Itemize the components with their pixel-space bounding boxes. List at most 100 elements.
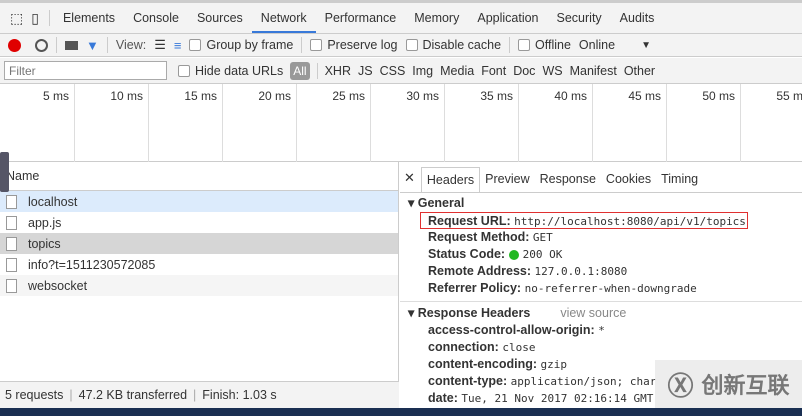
tab-memory[interactable]: Memory [405, 3, 468, 33]
response-headers-title: Response Headers [417, 306, 531, 320]
divider [509, 37, 511, 53]
tab-audits[interactable]: Audits [611, 3, 664, 33]
header-value: gzip [540, 358, 568, 371]
timeline-tick-label: 20 ms [258, 89, 291, 103]
filter-type-xhr[interactable]: XHR [325, 64, 351, 78]
request-row[interactable]: app.js [0, 212, 398, 233]
header-value: 127.0.0.1:8080 [534, 265, 628, 278]
request-row[interactable]: localhost [0, 191, 398, 212]
filter-type-media[interactable]: Media [440, 64, 474, 78]
header-value: http://localhost:8080/api/v1/topics [514, 215, 746, 228]
os-taskbar [0, 408, 802, 416]
detail-tab-cookies[interactable]: Cookies [601, 167, 656, 192]
header-value: Tue, 21 Nov 2017 02:16:14 GMT [461, 392, 654, 405]
request-row[interactable]: info?t=1511230572085 [0, 254, 398, 275]
timeline-gridline [222, 84, 223, 162]
detail-tab-preview[interactable]: Preview [480, 167, 534, 192]
offline-label: Offline [535, 38, 571, 52]
divider [301, 37, 303, 53]
header-line: Status Code: 200 OK [400, 246, 802, 263]
tab-sources[interactable]: Sources [188, 3, 252, 33]
clear-icon[interactable] [35, 38, 48, 52]
divider [48, 10, 50, 26]
tab-network[interactable]: Network [251, 3, 316, 33]
group-by-frame-checkbox[interactable]: Group by frame [189, 38, 293, 52]
disable-cache-label: Disable cache [422, 38, 502, 52]
hide-data-urls-checkbox[interactable]: Hide data URLs [178, 64, 283, 78]
filter-type-font[interactable]: Font [481, 64, 506, 78]
tab-performance[interactable]: Performance [316, 3, 406, 33]
filter-input[interactable] [4, 61, 167, 80]
network-toolbar: ▼ View: ☰ ≡ Group by frame Preserve log … [0, 34, 802, 57]
timeline-tick-label: 40 ms [554, 89, 587, 103]
filter-type-js[interactable]: JS [358, 64, 373, 78]
header-line: Remote Address: 127.0.0.1:8080 [400, 263, 802, 280]
timeline-tick-label: 10 ms [110, 89, 143, 103]
tab-elements[interactable]: Elements [54, 3, 124, 33]
drawer-resize-handle[interactable] [0, 152, 9, 192]
timeline-tick-label: 55 ms [776, 89, 802, 103]
capture-screenshots-icon[interactable] [65, 40, 78, 50]
name-column-header[interactable]: Name [0, 162, 398, 191]
view-source-link[interactable]: view source [560, 306, 626, 320]
requests-panel: Name localhost app.js topics info?t=1511230… [0, 162, 399, 408]
close-icon[interactable]: ✕ [404, 170, 421, 192]
inspect-element-icon[interactable]: ⬚ [10, 10, 23, 27]
status-bar: 5 requests | 47.2 KB transferred | Finish:… [0, 381, 399, 408]
header-key: Referrer Policy: [428, 281, 522, 295]
tab-application[interactable]: Application [468, 3, 547, 33]
filter-type-other[interactable]: Other [624, 64, 655, 78]
offline-checkbox[interactable]: Offline [518, 38, 571, 52]
timeline-overview[interactable]: 5 ms 10 ms 15 ms 20 ms 25 ms 30 ms 35 ms 40 ms 4… [0, 84, 802, 162]
filter-bar: Hide data URLs All XHR JS CSS Img Media Font Do… [0, 58, 802, 84]
large-rows-icon[interactable]: ☰ [154, 37, 166, 53]
watermark-logo: Ⓧ 创新互联 [655, 360, 802, 408]
tab-security[interactable]: Security [548, 3, 611, 33]
general-title: General [417, 196, 465, 210]
timeline-tick-label: 5 ms [42, 89, 69, 103]
devtools-tab-bar: ⬚ ▯ Elements Console Sources Network Perform… [0, 0, 802, 34]
filter-type-ws[interactable]: WS [542, 64, 562, 78]
header-key: connection: [428, 340, 499, 354]
filter-type-doc[interactable]: Doc [513, 64, 535, 78]
tab-console[interactable]: Console [124, 3, 188, 33]
header-value: GET [532, 231, 553, 244]
preserve-log-label: Preserve log [327, 38, 398, 52]
filter-icon[interactable]: ▼ [86, 38, 99, 53]
detail-tab-timing[interactable]: Timing [656, 167, 703, 192]
header-line: Request Method: GET [400, 229, 802, 246]
divider [56, 37, 57, 53]
filter-type-all[interactable]: All [290, 61, 310, 80]
request-row[interactable]: topics [0, 233, 398, 254]
transferred-size: 47.2 KB transferred [78, 388, 188, 402]
divider [106, 37, 108, 53]
filter-type-manifest[interactable]: Manifest [570, 64, 617, 78]
request-row[interactable]: websocket [0, 275, 398, 296]
header-key: access-control-allow-origin: [428, 323, 595, 337]
header-key: date: [428, 391, 458, 405]
request-count: 5 requests [5, 388, 64, 402]
file-icon [6, 194, 17, 209]
general-section-toggle[interactable]: ▾ General [400, 195, 802, 212]
header-key: content-type: [428, 374, 508, 388]
detail-tab-headers[interactable]: Headers [420, 167, 481, 192]
header-key: Request URL: [428, 214, 511, 228]
timeline-tick-label: 45 ms [628, 89, 661, 103]
request-name: websocket [28, 278, 88, 293]
throttle-select[interactable]: Online ▼ [579, 38, 651, 52]
record-button[interactable] [8, 38, 21, 52]
preserve-log-checkbox[interactable]: Preserve log [310, 38, 398, 52]
disable-cache-checkbox[interactable]: Disable cache [405, 38, 502, 52]
filter-type-img[interactable]: Img [412, 64, 433, 78]
timeline-gridline [518, 84, 519, 162]
detail-tab-response[interactable]: Response [535, 167, 601, 192]
device-toolbar-icon[interactable]: ▯ [31, 10, 39, 27]
request-name: localhost [28, 194, 78, 209]
timeline-gridline [740, 84, 741, 162]
header-line: Referrer Policy: no-referrer-when-downgr… [400, 280, 802, 297]
response-headers-toggle[interactable]: ▾ Response Headers view source [400, 305, 802, 322]
filter-type-css[interactable]: CSS [380, 64, 406, 78]
header-value: close [502, 341, 536, 354]
waterfall-icon[interactable]: ≡ [174, 38, 182, 53]
header-line: connection: close [400, 339, 802, 356]
